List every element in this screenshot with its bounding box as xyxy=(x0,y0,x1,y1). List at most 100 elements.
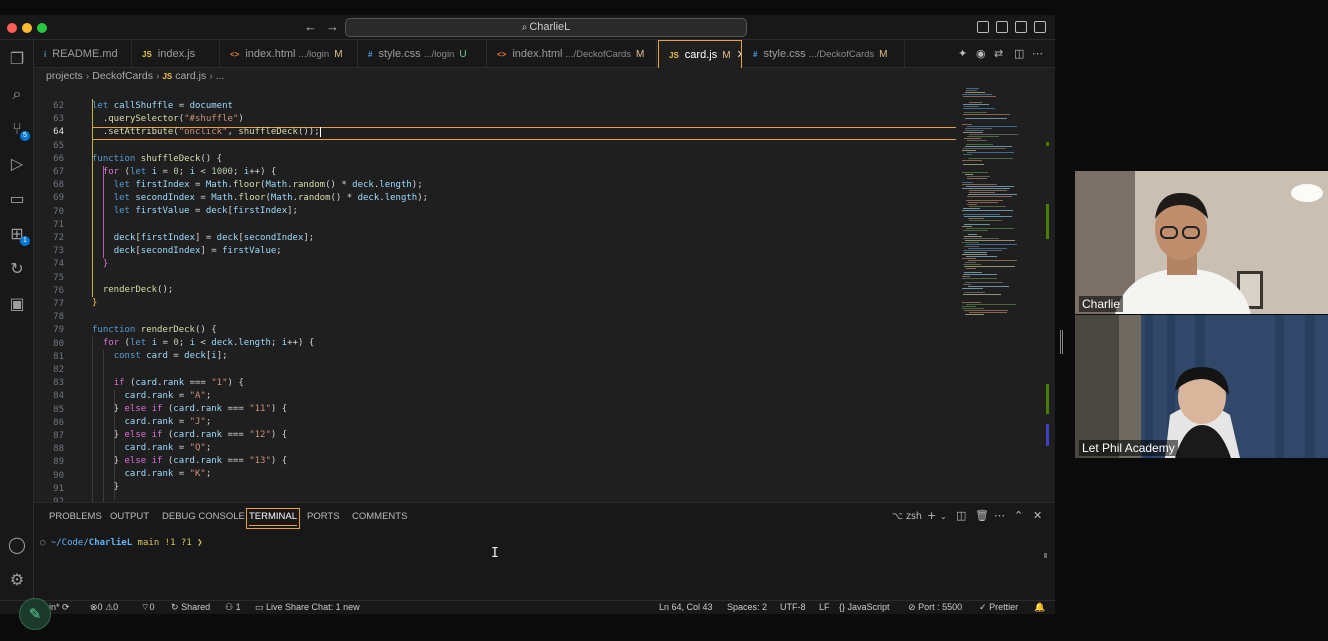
tab-index-html-deck[interactable]: <> index.html .../DeckofCards M xyxy=(487,40,657,68)
encoding[interactable]: UTF-8 xyxy=(780,602,806,612)
code-editor[interactable]: 62 63 64 65 66 67 68 69 70 71 72 73 74 75 76 77 78 79 80 81… xyxy=(34,84,956,502)
cursor-position[interactable]: Ln 64, Col 43 xyxy=(659,602,713,612)
editor-scrollbar[interactable] xyxy=(1046,84,1055,502)
live-share-chat[interactable]: ▭ Live Share Chat: 1 new xyxy=(255,602,360,613)
live-share-icon[interactable]: ↻ xyxy=(7,259,27,279)
toggle-panel-icon[interactable] xyxy=(996,21,1008,33)
compare-changes-icon[interactable]: ⇄ xyxy=(994,47,1003,60)
search-icon[interactable]: ⌕ xyxy=(7,84,27,104)
code-line-80: for (let i = 0; i < deck.length; i++) { xyxy=(102,338,315,348)
panel-tab-terminal[interactable]: TERMINAL xyxy=(245,508,301,529)
remote-explorer-icon[interactable]: ▭ xyxy=(7,189,27,209)
breadcrumb-file[interactable]: card.js xyxy=(175,70,206,82)
line-number: 78 xyxy=(53,312,64,323)
video-tile-let-phil[interactable]: Let Phil Academy xyxy=(1075,315,1328,458)
minimize-window-button[interactable] xyxy=(22,23,32,33)
problems-indicator[interactable]: ⊗0 ⚠0 xyxy=(90,602,118,613)
tab-path: .../DeckofCards xyxy=(808,49,875,60)
live-share-status[interactable]: ↻ Shared xyxy=(171,602,210,613)
code-line-77: } xyxy=(92,298,98,308)
terminal-output[interactable]: ○ ~/Code/CharlieL main !1 ?1 ❯ xyxy=(40,538,203,548)
docker-icon[interactable]: ▣ xyxy=(7,294,27,314)
panel-tab-output[interactable]: OUTPUT xyxy=(110,511,149,522)
panel-tab-comments[interactable]: COMMENTS xyxy=(352,511,407,522)
panel-tab-problems[interactable]: PROBLEMS xyxy=(49,511,102,522)
breadcrumb-symbol[interactable]: ... xyxy=(216,70,225,82)
split-editor-icon[interactable]: ◫ xyxy=(1014,47,1024,60)
line-number: 88 xyxy=(53,444,64,455)
trash-icon[interactable]: 🗑 xyxy=(975,509,989,522)
warning-icon: ⚠ xyxy=(105,602,114,612)
ports-indicator[interactable]: ⌔0 xyxy=(141,602,154,613)
minimap-line xyxy=(964,252,987,253)
minimap-line xyxy=(964,292,985,293)
account-icon[interactable]: ◯ xyxy=(7,535,27,555)
minimap-line xyxy=(966,244,1017,245)
tab-index-html-login[interactable]: <> index.html .../login M xyxy=(220,40,358,68)
close-tab-icon[interactable]: ✕ xyxy=(737,49,741,61)
minimap-line xyxy=(966,90,977,91)
minimap-line xyxy=(962,124,972,125)
pen-annotation-icon[interactable]: ✎ xyxy=(19,598,51,630)
extensions-icon[interactable]: ⊞ 1 xyxy=(7,224,30,246)
forward-arrow-icon[interactable]: → xyxy=(326,19,339,34)
explorer-icon[interactable]: ❐ xyxy=(7,49,27,69)
prettier-status[interactable]: ✓ Prettier xyxy=(979,602,1018,613)
check-icon: ✓ xyxy=(979,602,987,612)
close-panel-icon[interactable]: ✕ xyxy=(1033,509,1042,522)
new-terminal-icon[interactable]: + xyxy=(927,509,936,522)
tab-card-js[interactable]: JS card.js M ✕ xyxy=(658,40,742,68)
code-line-87: } else if (card.rank === "12") { xyxy=(92,430,288,440)
pane-splitter-handle[interactable] xyxy=(1060,330,1063,354)
minimap-line xyxy=(967,176,990,177)
minimap-line xyxy=(962,276,970,277)
terminal-shell-selector[interactable]: ⌥ zsh xyxy=(892,511,922,522)
pin-icon[interactable]: ✦ xyxy=(958,47,967,60)
tab-style-css-deck[interactable]: # style.css .../DeckofCards M xyxy=(743,40,905,68)
toggle-secondary-sidebar-icon[interactable] xyxy=(1015,21,1027,33)
tab-index-js[interactable]: JS index.js xyxy=(132,40,220,68)
language-mode[interactable]: {} JavaScript xyxy=(839,602,890,612)
scrollbar-marker xyxy=(1046,204,1049,239)
end-of-line[interactable]: LF xyxy=(819,602,830,612)
breadcrumb-deckofcards[interactable]: DeckofCards xyxy=(92,70,153,82)
more-actions-icon[interactable]: ⋯ xyxy=(1032,47,1043,60)
notifications-bell-icon[interactable]: 🔔 xyxy=(1034,602,1045,613)
broadcast-icon[interactable]: ◉ xyxy=(976,47,986,60)
chevron-down-icon[interactable]: ⌄ xyxy=(940,512,947,521)
minimap[interactable] xyxy=(956,84,1046,322)
breadcrumb-projects[interactable]: projects xyxy=(46,70,83,82)
split-terminal-icon[interactable]: ◫ xyxy=(956,509,966,522)
more-actions-icon[interactable]: ⋯ xyxy=(994,509,1005,522)
command-center-search[interactable]: ⌕ CharlieL xyxy=(345,18,747,37)
run-debug-icon[interactable]: ▷ xyxy=(7,154,27,174)
participants-indicator[interactable]: ⚇ 1 xyxy=(225,602,241,613)
source-control-icon[interactable]: ⑂ 5 xyxy=(7,119,30,141)
line-number: 86 xyxy=(53,417,64,428)
tab-style-css-login[interactable]: # style.css .../login U xyxy=(358,40,487,68)
minimap-line xyxy=(963,250,1002,251)
minimap-line xyxy=(962,188,1010,189)
settings-gear-icon[interactable]: ⚙ xyxy=(7,570,27,590)
command-center-text: CharlieL xyxy=(529,21,571,33)
terminal-scrollbar[interactable] xyxy=(1044,553,1047,558)
tab-readme[interactable]: i README.md xyxy=(34,40,132,68)
back-arrow-icon[interactable]: ← xyxy=(304,19,317,34)
panel-tab-ports[interactable]: PORTS xyxy=(307,511,340,522)
scrollbar-marker xyxy=(1046,424,1049,446)
maximize-panel-icon[interactable]: ⌃ xyxy=(1014,509,1023,522)
indentation[interactable]: Spaces: 2 xyxy=(727,602,767,612)
panel-tab-debug-console[interactable]: DEBUG CONSOLE xyxy=(162,511,245,522)
toggle-sidebar-icon[interactable] xyxy=(977,21,989,33)
video-tile-charlie[interactable]: Charlie xyxy=(1075,171,1328,314)
minimap-line xyxy=(962,226,972,227)
code-line-76: renderDeck(); xyxy=(102,285,174,295)
close-window-button[interactable] xyxy=(7,23,17,33)
line-number: 68 xyxy=(53,180,64,191)
maximize-window-button[interactable] xyxy=(37,23,47,33)
scrollbar-marker xyxy=(1046,142,1049,146)
shell-name: zsh xyxy=(905,511,922,522)
customize-layout-icon[interactable] xyxy=(1034,21,1046,33)
tab-label: style.css xyxy=(378,48,421,60)
live-server-port[interactable]: ⊘ Port : 5500 xyxy=(908,602,962,613)
